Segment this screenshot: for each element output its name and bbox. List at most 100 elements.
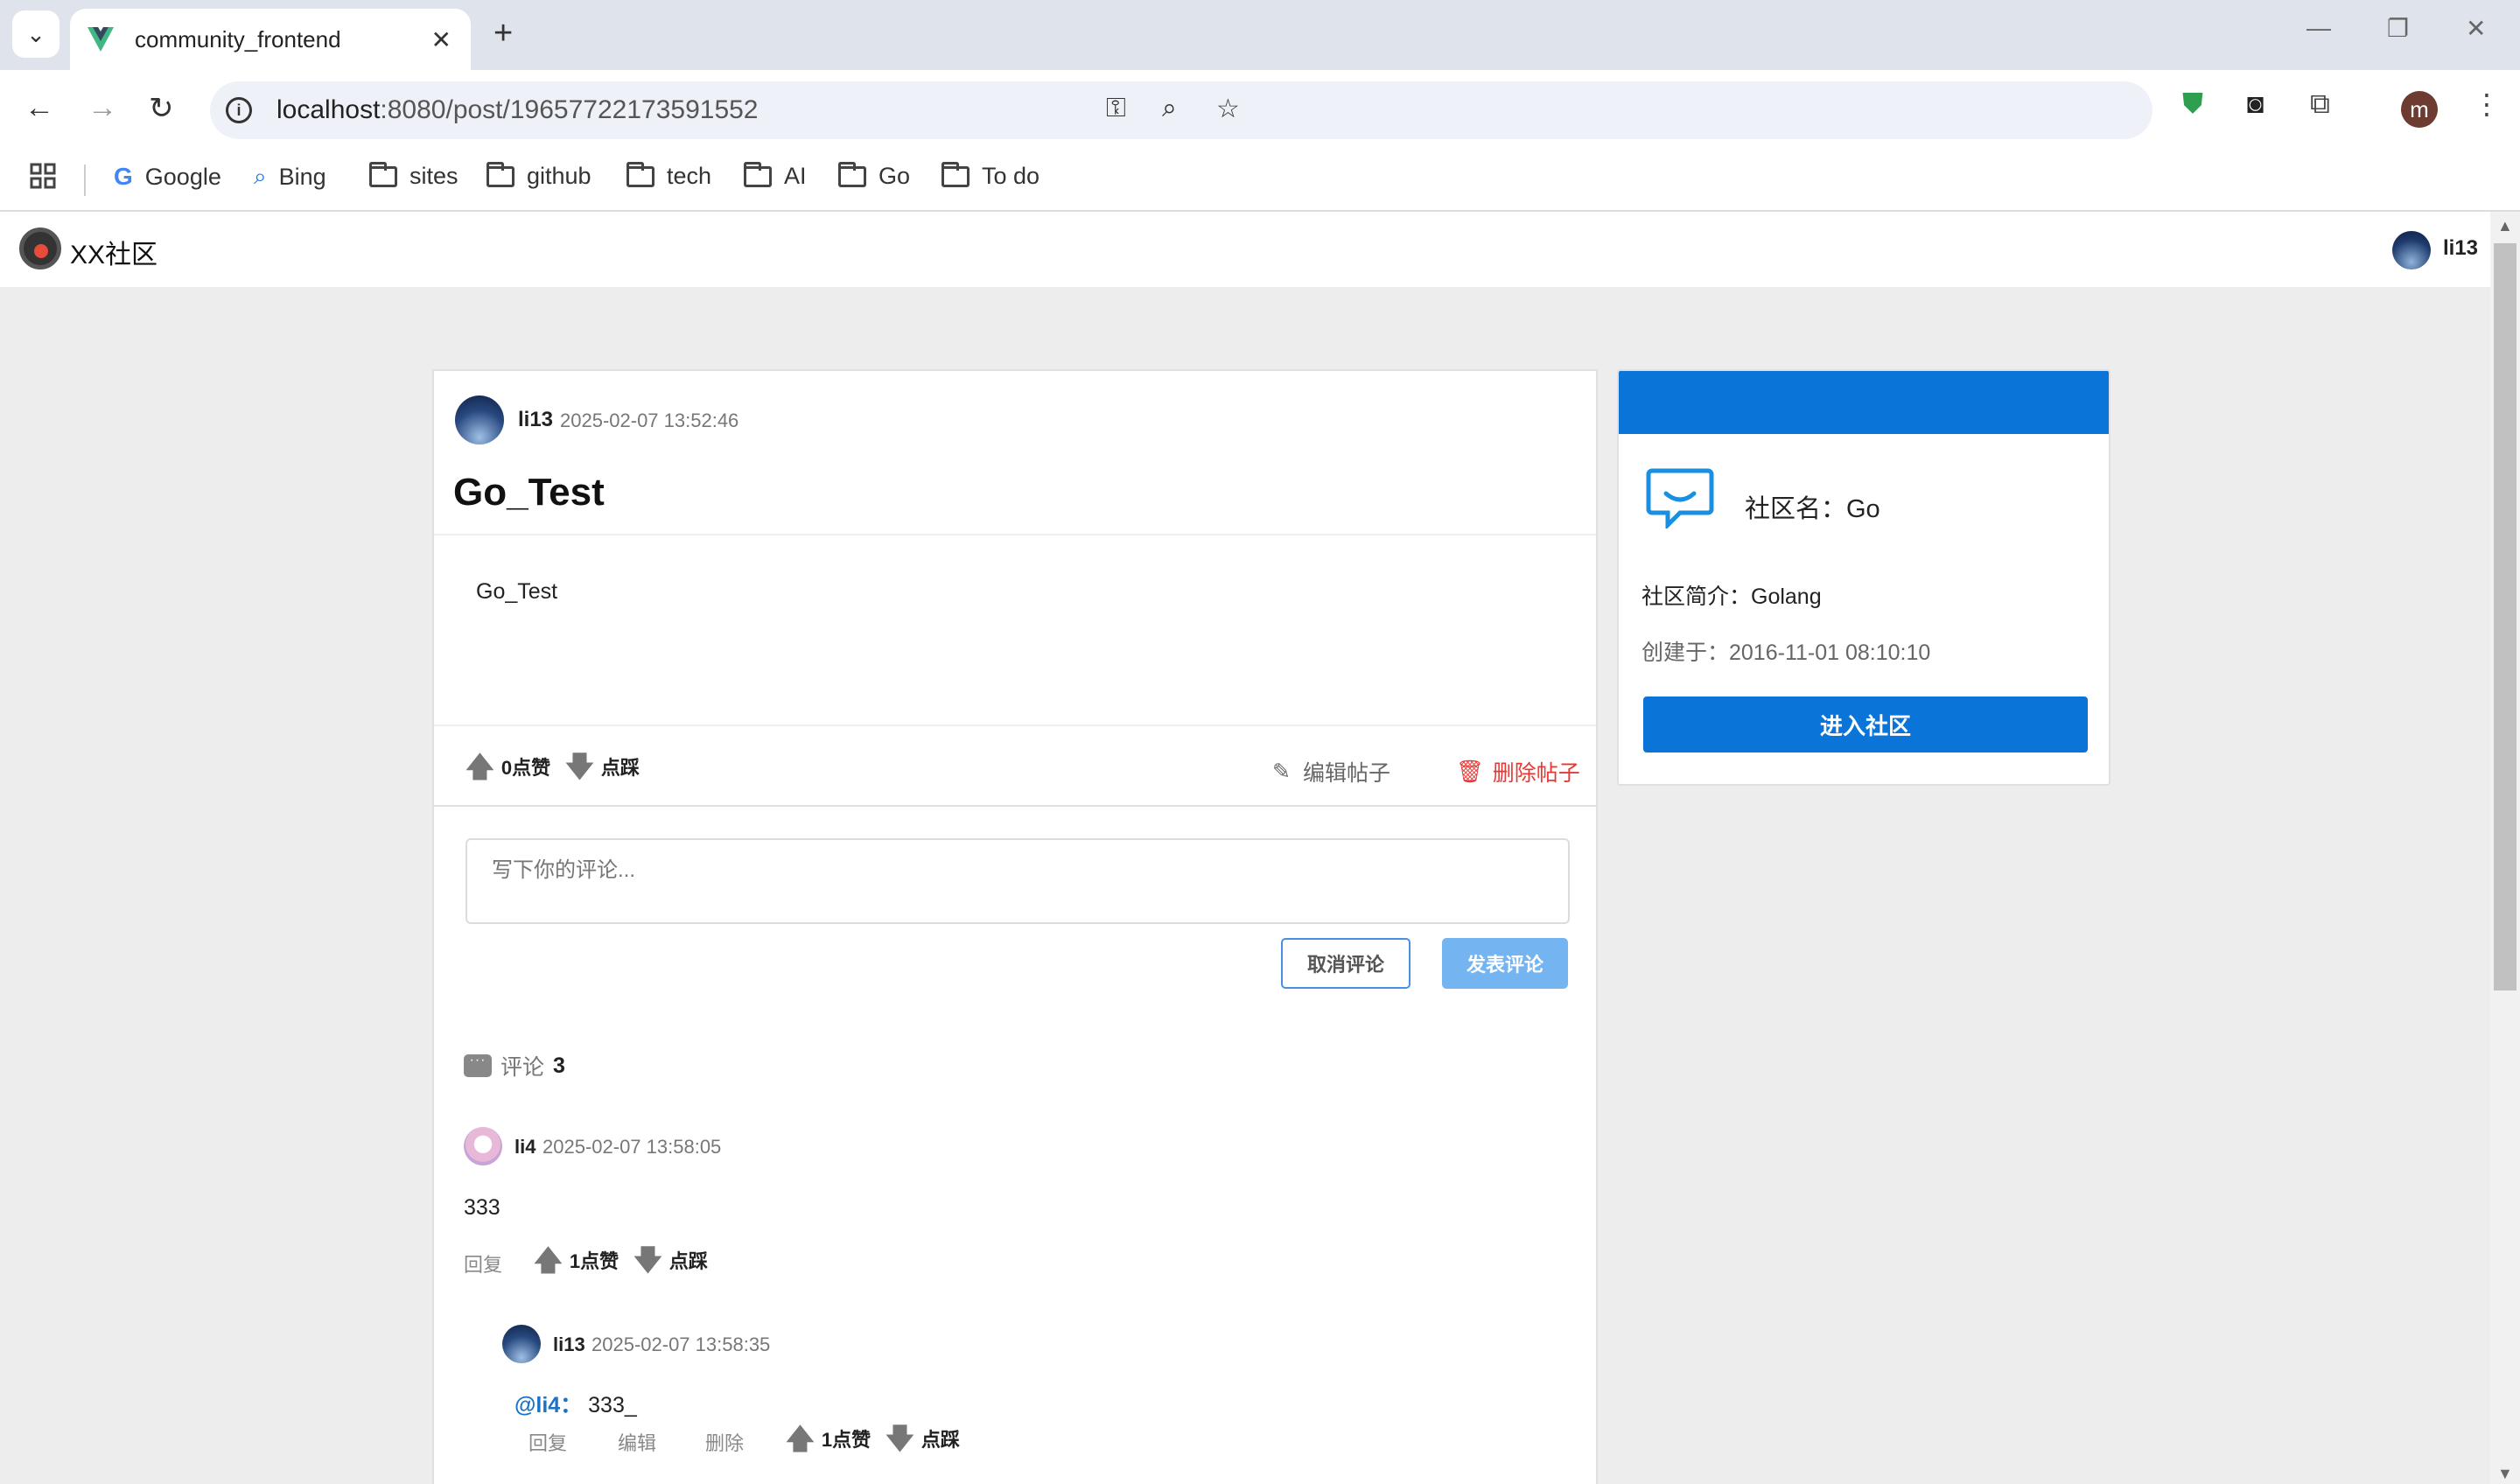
community-created: 创建于：2016-11-01 08:10:10 — [1642, 640, 1931, 665]
site-header: XX社区 li13 — [0, 212, 2490, 287]
post-author[interactable]: li13 — [518, 408, 553, 432]
like-count: 0点赞 — [500, 757, 551, 779]
zoom-icon[interactable]: ⌕ — [1162, 94, 1177, 123]
divider — [434, 534, 1596, 536]
downvote-arrow-icon: 🡇 — [634, 1244, 662, 1276]
browser-tabbar: ⌄ community_frontend ✕ + — ❐ ✕ — [0, 0, 2520, 70]
user-avatar[interactable] — [2392, 231, 2431, 270]
reply-button[interactable]: 回复 — [464, 1250, 502, 1278]
bookmark-sites[interactable]: sites — [369, 161, 458, 190]
reload-icon[interactable]: ↻ — [149, 91, 174, 126]
delete-post-button[interactable]: 🗑 删除帖子 — [1456, 756, 1580, 788]
folder-icon — [626, 161, 654, 187]
new-tab-icon[interactable]: + — [494, 16, 513, 51]
downvote-arrow-icon: 🡇 — [886, 1423, 914, 1454]
scroll-down-icon[interactable]: ▼ — [2497, 1465, 2513, 1483]
apps-grid-icon[interactable] — [30, 163, 56, 189]
folder-icon — [942, 161, 970, 187]
tab-close-icon[interactable]: ✕ — [431, 25, 452, 54]
bookmark-go[interactable]: Go — [838, 161, 910, 190]
key-icon[interactable]: ⚿ — [1106, 94, 1126, 123]
downvote-arrow-icon: 🡇 — [565, 751, 594, 782]
bookmark-bing[interactable]: ⌕ Bing — [254, 163, 326, 191]
dislike-label: 点踩 — [600, 757, 640, 779]
site-info-icon[interactable]: i — [226, 97, 252, 123]
reply-author[interactable]: li13 — [553, 1334, 585, 1356]
comment-avatar[interactable] — [464, 1127, 502, 1166]
scrollbar-thumb[interactable] — [2494, 243, 2516, 990]
comment-count-header: ··· 评论 3 — [464, 1050, 565, 1082]
comment-section: 取消评论 发表评论 ··· 评论 3 li4 2025-02-07 13:58:… — [432, 807, 1598, 1484]
forward-icon[interactable]: → — [88, 91, 117, 125]
bookmark-ai[interactable]: AI — [744, 161, 807, 190]
profile-avatar[interactable]: m — [2401, 91, 2438, 128]
address-bar[interactable]: i localhost:8080/post/19657722173591552 … — [210, 81, 2152, 139]
folder-icon — [744, 161, 772, 187]
post-author-avatar[interactable] — [455, 396, 504, 444]
community-banner — [1619, 371, 2109, 434]
folder-icon — [838, 161, 866, 187]
comment-time: 2025-02-07 13:58:05 — [542, 1136, 722, 1158]
url-host: localhost — [276, 95, 381, 124]
extensions-puzzle-icon[interactable]: ⧉ — [2310, 88, 2330, 121]
community-intro: 社区简介：Golang — [1642, 584, 1822, 609]
post-time: 2025-02-07 13:52:46 — [560, 410, 739, 431]
vue-logo-icon — [88, 27, 114, 52]
tab-search-chevron-icon[interactable]: ⌄ — [12, 10, 60, 58]
community-name: 社区名：Go — [1745, 495, 1880, 523]
shield-extension-icon[interactable]: ⛊ — [2182, 88, 2203, 121]
upvote-arrow-icon: 🡅 — [786, 1423, 815, 1454]
edit-comment-button[interactable]: 编辑 — [618, 1428, 656, 1456]
minimize-icon[interactable]: — — [2306, 14, 2331, 42]
post-like-button[interactable]: 🡅 0点赞 — [466, 752, 550, 780]
cancel-comment-button[interactable]: 取消评论 — [1281, 938, 1410, 989]
community-card: 社区名：Go 社区简介：Golang 创建于：2016-11-01 08:10:… — [1617, 369, 2110, 786]
tab-title: community_frontend — [135, 25, 341, 52]
trash-icon: 🗑 — [1456, 759, 1484, 784]
reply-time: 2025-02-07 13:58:35 — [592, 1334, 771, 1355]
close-window-icon[interactable]: ✕ — [2466, 14, 2486, 43]
pencil-icon: ✎ — [1272, 760, 1291, 784]
google-icon: G — [114, 163, 133, 190]
comments-count: 3 — [553, 1053, 565, 1078]
post-dislike-button[interactable]: 🡇 点踩 — [565, 752, 640, 780]
comment-input[interactable] — [466, 838, 1570, 924]
site-logo-icon[interactable] — [19, 228, 61, 270]
edit-post-button[interactable]: ✎ 编辑帖子 — [1272, 756, 1390, 788]
comment-text: 333 — [464, 1195, 500, 1220]
comment-dislike-button[interactable]: 🡇 点踩 — [634, 1246, 708, 1274]
post-comment-button[interactable]: 发表评论 — [1442, 938, 1568, 989]
site-name[interactable]: XX社区 — [70, 233, 158, 271]
comment-like-button[interactable]: 🡅 1点赞 — [534, 1246, 619, 1274]
restore-icon[interactable]: ❐ — [2387, 14, 2409, 43]
menu-kebab-icon[interactable]: ⋮ — [2473, 88, 2501, 121]
bookmark-label: Google — [144, 163, 221, 190]
scroll-up-icon[interactable]: ▲ — [2497, 217, 2513, 235]
enter-community-button[interactable]: 进入社区 — [1643, 696, 2088, 752]
reply-dislike-button[interactable]: 🡇 点踩 — [886, 1424, 960, 1452]
bookmark-todo[interactable]: To do — [942, 161, 1040, 190]
bookmark-star-icon[interactable]: ☆ — [1216, 94, 1240, 124]
comment-author[interactable]: li4 — [514, 1136, 536, 1158]
reply-body: 333_ — [588, 1393, 637, 1418]
folder-icon — [486, 161, 514, 187]
upvote-arrow-icon: 🡅 — [534, 1244, 563, 1276]
like-count: 1点赞 — [569, 1250, 620, 1272]
reply-text: @li4： 333_ — [514, 1388, 637, 1419]
dislike-label: 点踩 — [668, 1250, 708, 1272]
delete-comment-button[interactable]: 删除 — [705, 1428, 744, 1456]
mention-link[interactable]: @li4： — [514, 1393, 582, 1418]
reply-button[interactable]: 回复 — [528, 1428, 567, 1456]
reply-like-button[interactable]: 🡅 1点赞 — [786, 1424, 871, 1452]
divider — [434, 724, 1596, 726]
reply-avatar[interactable] — [502, 1325, 541, 1363]
bookmark-github[interactable]: github — [486, 161, 592, 190]
header-username[interactable]: li13 — [2443, 236, 2478, 261]
browser-tab[interactable]: community_frontend ✕ — [70, 9, 471, 70]
back-icon[interactable]: ← — [24, 91, 54, 125]
bookmark-tech[interactable]: tech — [626, 161, 711, 190]
bookmark-google[interactable]: G Google — [114, 163, 221, 191]
glasses-extension-icon[interactable]: ◙ — [2247, 88, 2264, 120]
bookmark-label: github — [527, 163, 592, 189]
url-text[interactable]: localhost:8080/post/19657722173591552 — [276, 95, 759, 125]
